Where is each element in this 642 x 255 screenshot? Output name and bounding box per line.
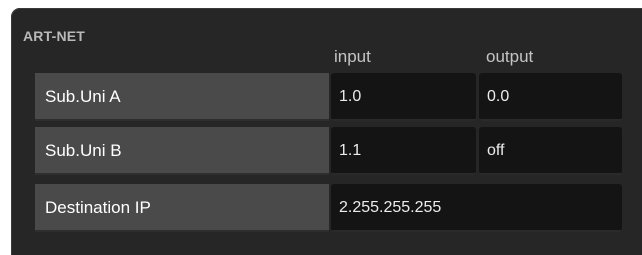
- sub-uni-a-output-field[interactable]: 0.0: [479, 73, 622, 121]
- input-column-header: input: [334, 47, 371, 66]
- sub-uni-b-input-field[interactable]: 1.1: [331, 127, 476, 175]
- output-column-header: output: [486, 47, 534, 66]
- sub-uni-b-output-field[interactable]: off: [479, 127, 622, 175]
- destination-ip-field[interactable]: 2.255.255.255: [331, 184, 622, 232]
- section-title: ART-NET: [23, 28, 86, 44]
- destination-ip-label: Destination IP: [35, 184, 329, 232]
- sub-uni-a-input-field[interactable]: 1.0: [331, 73, 476, 121]
- sub-uni-b-label: Sub.Uni B: [35, 127, 329, 175]
- sub-uni-a-label: Sub.Uni A: [35, 73, 329, 121]
